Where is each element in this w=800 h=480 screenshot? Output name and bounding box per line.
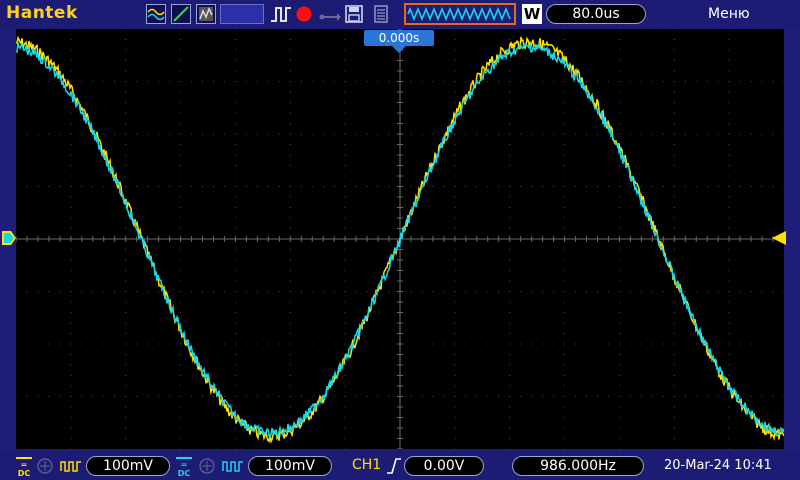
ch2-ground-marker-icon[interactable] — [2, 231, 16, 245]
ch1-bandwidth-icon[interactable] — [36, 458, 54, 474]
ch2-scale[interactable]: 100mV — [248, 456, 332, 476]
bottom-status-bar: = DC 100mV = DC 100mV CH1 0.00V 986.000H… — [0, 452, 800, 480]
time-reference-label[interactable]: 0.000s — [364, 30, 434, 46]
record-icon[interactable] — [296, 6, 312, 26]
trigger-position-marker-icon[interactable] — [392, 46, 406, 54]
ch2-coupling-icon[interactable]: = DC — [176, 457, 192, 478]
ch1-coupling-icon[interactable]: = DC — [16, 457, 32, 478]
trigger-slope-icon[interactable] — [171, 4, 191, 24]
frequency-readout: 986.000Hz — [512, 456, 644, 476]
top-toolbar: Hantek W 80.0us Меню — [0, 0, 800, 28]
brand-logo: Hantek — [6, 3, 78, 23]
waveform-mode-button[interactable] — [404, 3, 516, 25]
ch1-scale[interactable]: 100mV — [86, 456, 170, 476]
ch2-probe-icon[interactable] — [222, 459, 244, 473]
save-icon[interactable] — [344, 4, 364, 28]
ch1-probe-icon[interactable] — [60, 459, 82, 473]
trigger-level[interactable]: 0.00V — [404, 456, 484, 476]
memory-depth-icon[interactable] — [196, 4, 216, 24]
trigger-edge-icon[interactable] — [386, 457, 402, 475]
scope-screen — [16, 29, 784, 449]
datetime: 20-Mar-24 10:41 — [664, 458, 772, 473]
w-button[interactable]: W — [522, 4, 542, 24]
trigger-level-marker-icon[interactable] — [772, 231, 786, 245]
print-icon[interactable] — [371, 4, 391, 28]
menu-button[interactable]: Меню — [708, 6, 750, 22]
ch2-bandwidth-icon[interactable] — [198, 458, 216, 474]
trigger-source[interactable]: CH1 — [352, 457, 381, 473]
status-indicator — [220, 4, 264, 24]
timebase-display[interactable]: 80.0us — [546, 4, 646, 24]
waveform-display — [16, 29, 784, 449]
usb-icon[interactable] — [319, 8, 341, 27]
pulse-icon[interactable] — [270, 5, 292, 27]
ch-wave-icon[interactable] — [146, 4, 166, 24]
waveform-mode-icon — [407, 6, 511, 22]
